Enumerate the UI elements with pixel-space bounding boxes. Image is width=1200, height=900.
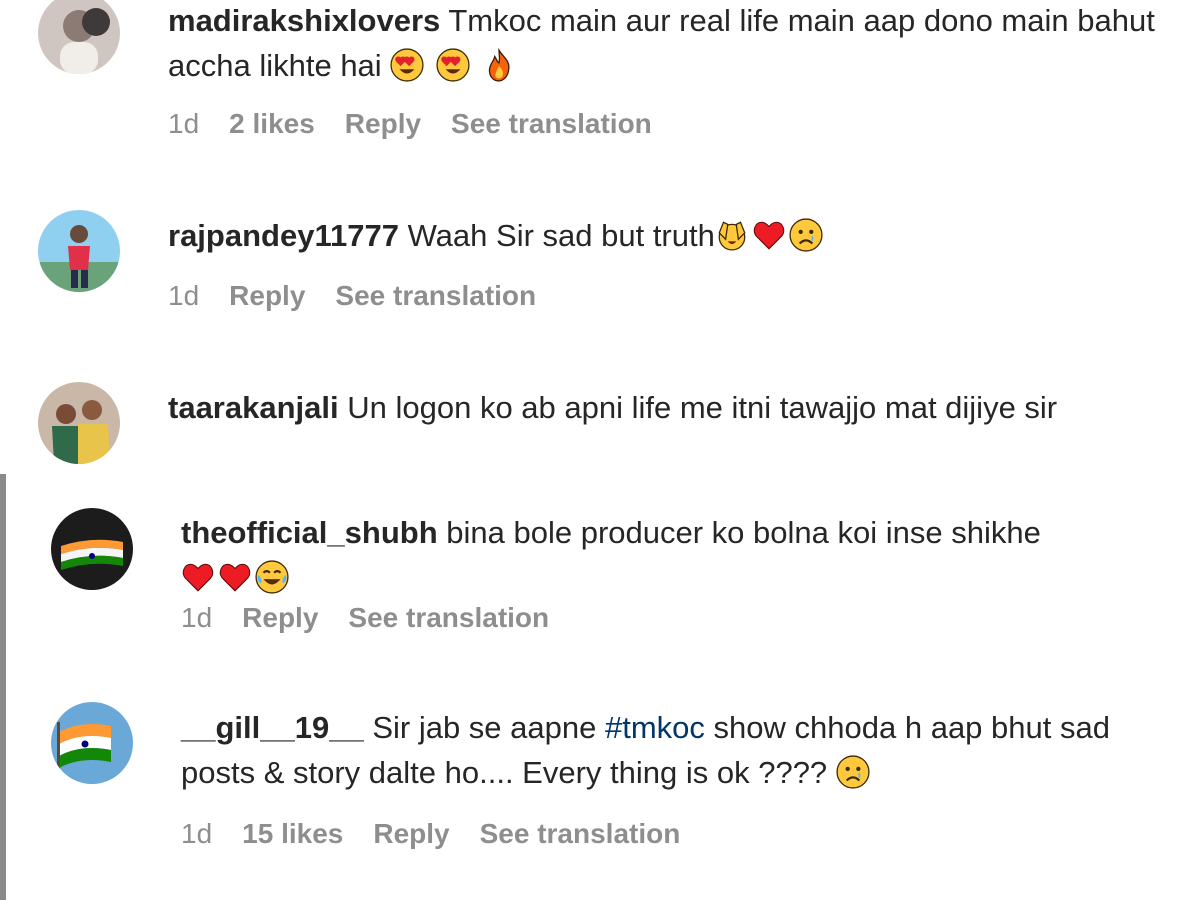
- comment-meta: 1d Reply See translation: [168, 280, 566, 312]
- see-translation-button[interactable]: See translation: [451, 108, 652, 140]
- hashtag-link[interactable]: #tmkoc: [605, 710, 705, 745]
- avatar[interactable]: [38, 0, 120, 74]
- comment-username[interactable]: theofficial_shubh: [181, 515, 438, 550]
- raised-hands-emoji: [715, 218, 749, 252]
- comments-panel: madirakshixlovers Tmkoc main aur real li…: [0, 0, 1200, 900]
- comment-username[interactable]: rajpandey11777: [168, 218, 399, 253]
- tears-of-joy-emoji: [255, 560, 289, 594]
- comment-body: theofficial_shubh bina bole producer ko …: [181, 510, 1181, 600]
- comment-meta: 1d Reply See translation: [181, 602, 579, 634]
- comment-text: Un logon ko ab apni life me itni tawajjo…: [347, 390, 1058, 425]
- comment-text: bina bole producer ko bolna koi inse shi…: [446, 515, 1041, 550]
- comment-text: Waah Sir sad but truth: [407, 218, 715, 253]
- avatar[interactable]: [51, 702, 133, 784]
- red-heart-emoji: [218, 560, 252, 594]
- comment-body: __gill__19__ Sir jab se aapne #tmkoc sho…: [181, 705, 1181, 795]
- see-translation-button[interactable]: See translation: [348, 602, 549, 634]
- reply-button[interactable]: Reply: [345, 108, 421, 140]
- comment-meta: 1d 15 likes Reply See translation: [181, 818, 710, 850]
- sad-face-emoji: [789, 218, 823, 252]
- comment-username[interactable]: taarakanjali: [168, 390, 339, 425]
- fire-emoji: [482, 48, 516, 82]
- comment-username[interactable]: __gill__19__: [181, 710, 364, 745]
- comment-body: rajpandey11777 Waah Sir sad but truth: [168, 213, 1168, 258]
- comment-body: madirakshixlovers Tmkoc main aur real li…: [168, 0, 1168, 88]
- red-heart-emoji: [181, 560, 215, 594]
- comment-timestamp[interactable]: 1d: [168, 280, 199, 312]
- comment-timestamp[interactable]: 1d: [181, 818, 212, 850]
- comment-likes[interactable]: 2 likes: [229, 108, 315, 140]
- avatar[interactable]: [38, 382, 120, 464]
- comment-username[interactable]: madirakshixlovers: [168, 3, 440, 38]
- avatar[interactable]: [51, 508, 133, 590]
- heart-eyes-emoji: [436, 48, 470, 82]
- comment-timestamp[interactable]: 1d: [168, 108, 199, 140]
- avatar[interactable]: [38, 210, 120, 292]
- reply-button[interactable]: Reply: [242, 602, 318, 634]
- reply-button[interactable]: Reply: [373, 818, 449, 850]
- heart-eyes-emoji: [390, 48, 424, 82]
- see-translation-button[interactable]: See translation: [335, 280, 536, 312]
- thread-indent-rule: [0, 474, 6, 900]
- comment-timestamp[interactable]: 1d: [181, 602, 212, 634]
- comment-body: taarakanjali Un logon ko ab apni life me…: [168, 385, 1178, 430]
- see-translation-button[interactable]: See translation: [480, 818, 681, 850]
- sad-face-emoji: [836, 755, 870, 789]
- comment-likes[interactable]: 15 likes: [242, 818, 343, 850]
- comment-text: Sir jab se aapne: [372, 710, 597, 745]
- red-heart-emoji: [752, 218, 786, 252]
- reply-button[interactable]: Reply: [229, 280, 305, 312]
- comment-meta: 1d 2 likes Reply See translation: [168, 108, 682, 140]
